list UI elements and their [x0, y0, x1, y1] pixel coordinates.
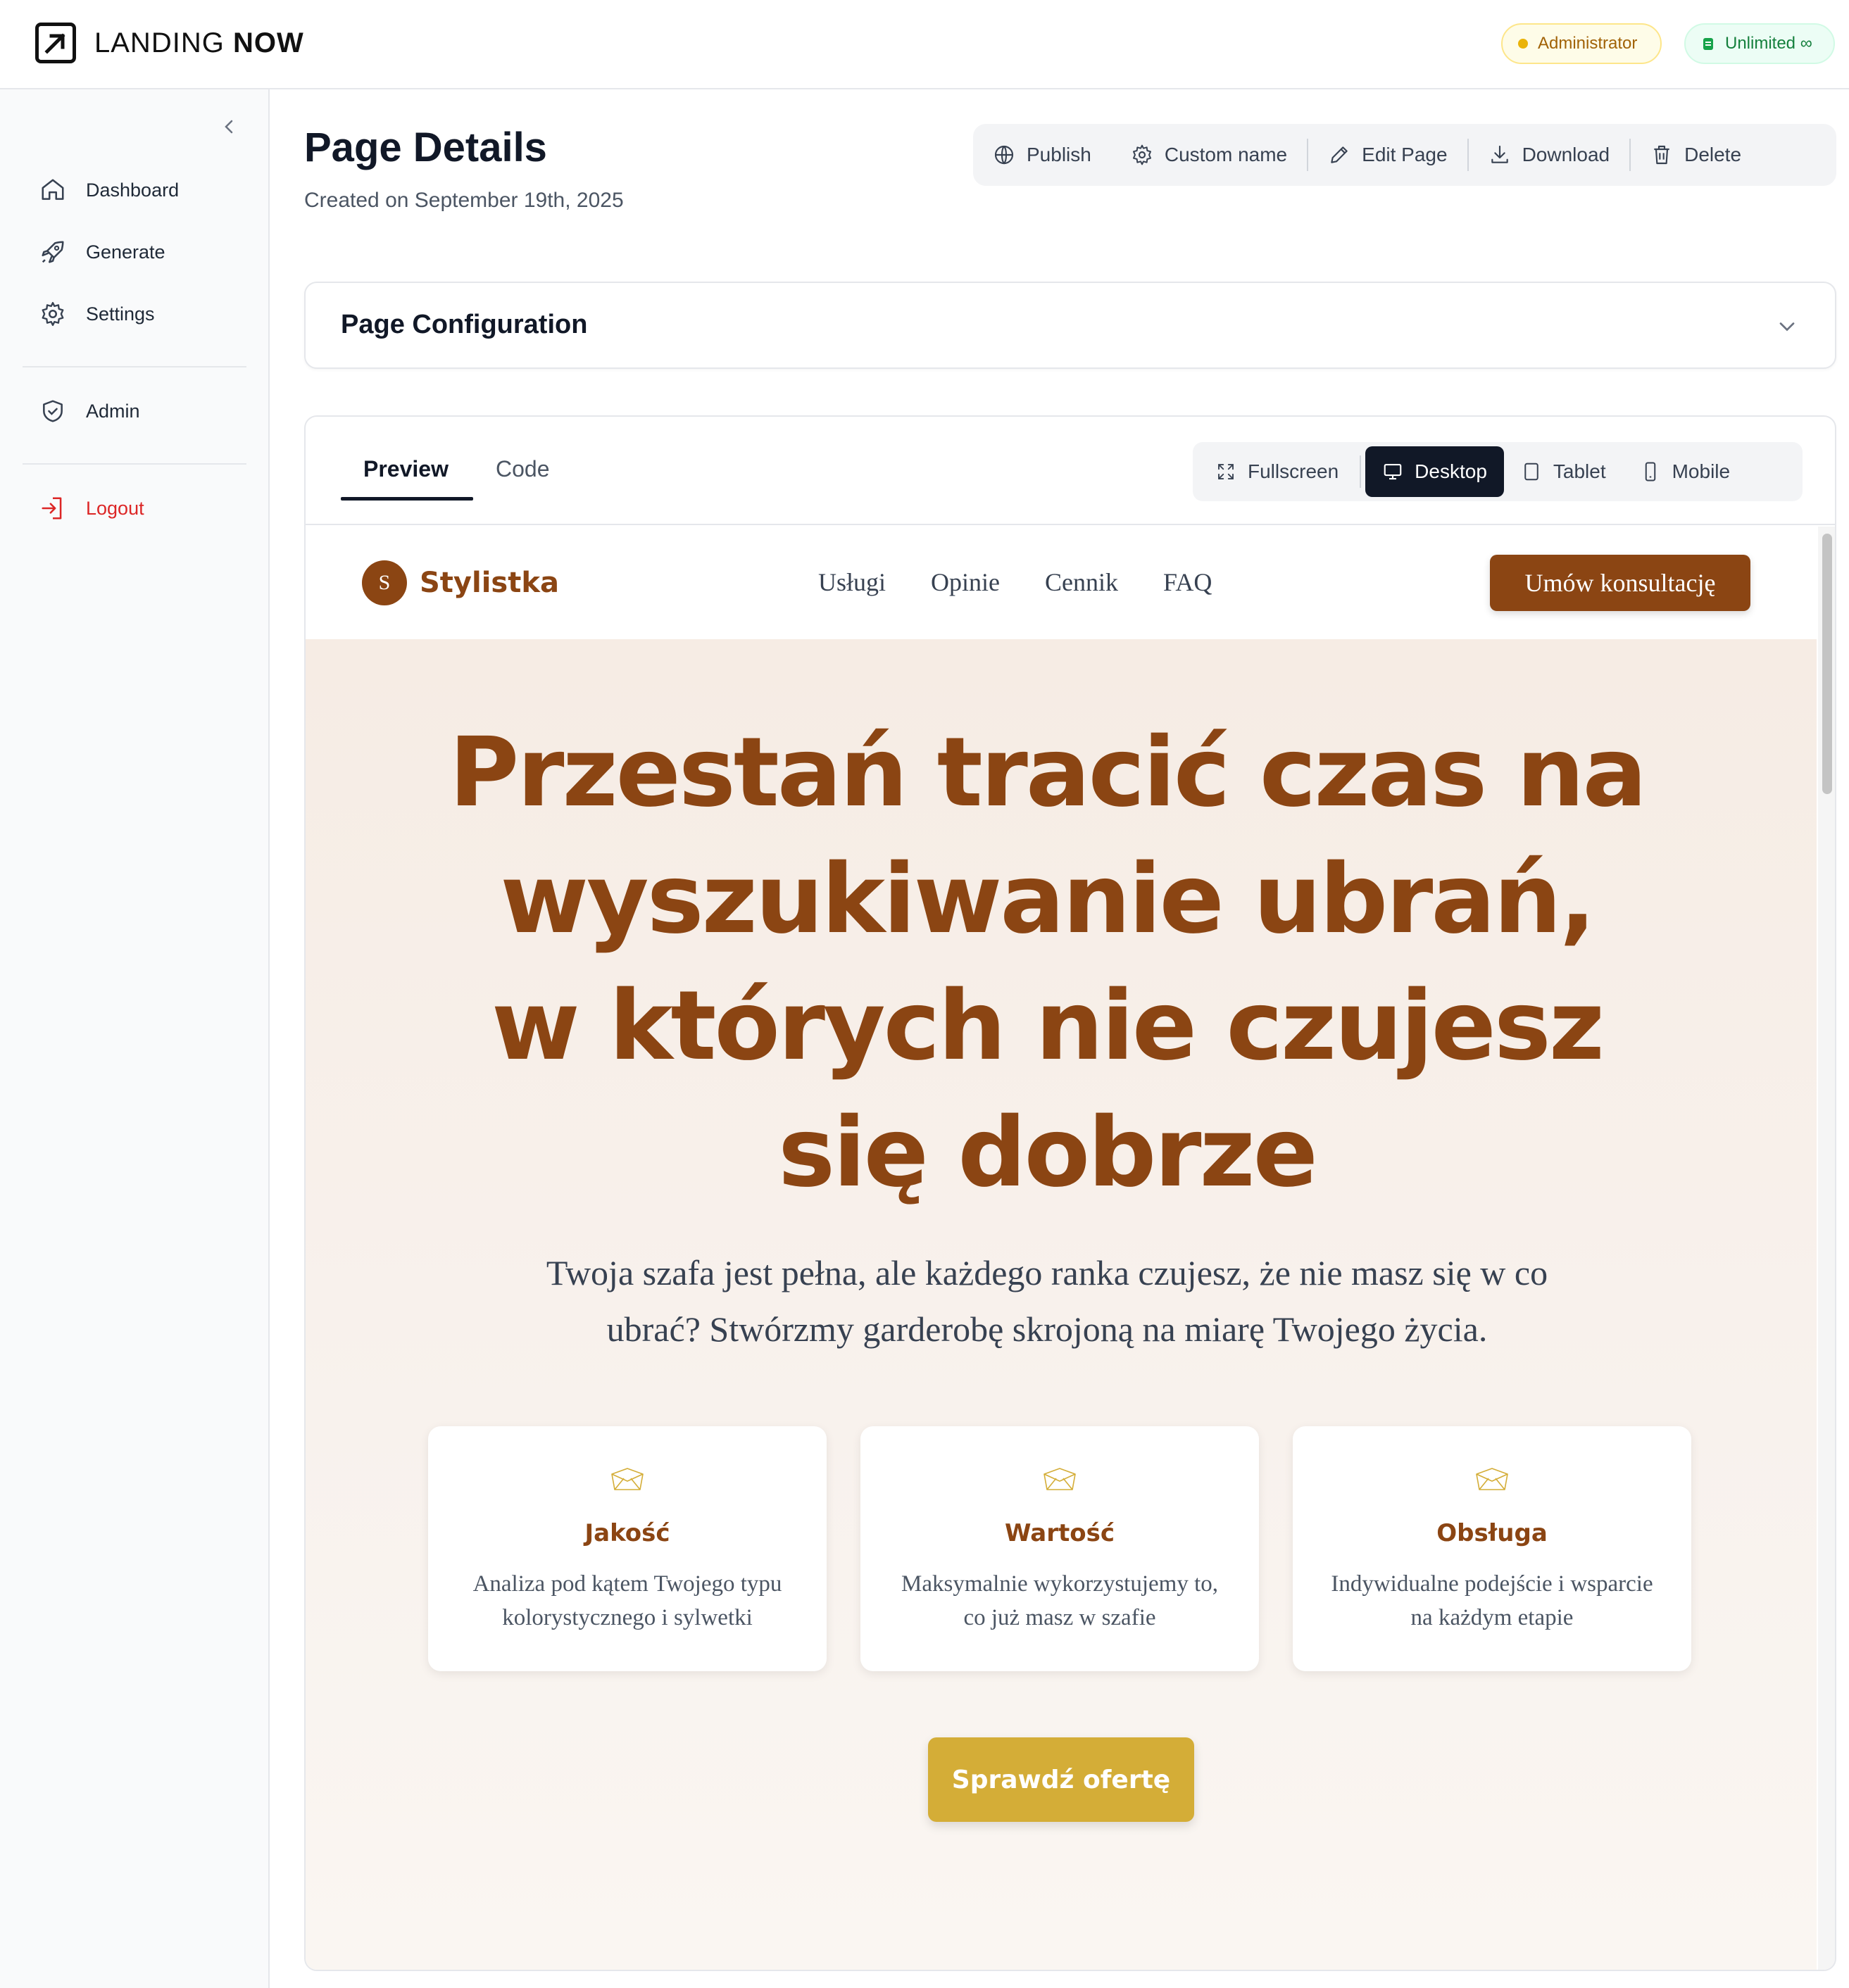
scrollbar-thumb[interactable] — [1822, 534, 1832, 794]
shield-icon — [43, 400, 63, 422]
hero-subtitle: Twoja szafa jest pełna, ale każdego rank… — [546, 1253, 1548, 1349]
sidebar-item-dashboard[interactable]: Dashboard — [39, 177, 179, 203]
viewport-divider — [1360, 455, 1362, 488]
delete-button[interactable]: Delete — [1631, 124, 1761, 186]
download-button[interactable]: Download — [1469, 124, 1630, 186]
role-badge: Administrator — [1501, 23, 1662, 64]
app-logo[interactable]: LANDING NOW — [35, 23, 304, 63]
expand-icon — [1218, 464, 1234, 479]
collapse-sidebar-icon[interactable] — [218, 116, 239, 137]
site-nav-link-opinie[interactable]: Opinie — [931, 567, 1000, 597]
envelope-icon — [1476, 1468, 1508, 1490]
fullscreen-button[interactable]: Fullscreen — [1198, 446, 1355, 497]
gear-icon — [1132, 144, 1151, 165]
page-actions-toolbar: Publish Custom name Edit Page Download D… — [973, 124, 1836, 186]
hero-section: Przestań tracić czas na wyszukiwanie ubr… — [306, 639, 1817, 1970]
sidebar-item-settings[interactable]: Settings — [39, 301, 155, 327]
tab-code[interactable]: Code — [496, 456, 550, 482]
page-configuration-title: Page Configuration — [341, 310, 588, 339]
sidebar-item-generate[interactable]: Generate — [39, 239, 165, 265]
site-nav-link-uslugi[interactable]: Usługi — [818, 567, 886, 597]
envelope-icon — [611, 1468, 644, 1490]
feature-title: Jakość — [584, 1519, 670, 1547]
page-configuration-accordion[interactable]: Page Configuration — [304, 282, 1836, 369]
check-offer-button[interactable]: Sprawdź ofertę — [928, 1737, 1194, 1822]
plan-badge: Unlimited ∞ — [1684, 23, 1835, 64]
hero-title: Przestań tracić czas na wyszukiwanie ubr… — [449, 717, 1648, 1209]
gear-icon — [42, 301, 64, 327]
feature-cards: Jakość Analiza pod kątem Twojego typu ko… — [428, 1426, 1691, 1671]
page-created-date: Created on September 19th, 2025 — [304, 189, 624, 212]
trash-icon — [1654, 145, 1669, 165]
arrow-up-right-icon — [35, 23, 76, 63]
sidebar-item-logout[interactable]: Logout — [39, 495, 144, 522]
feature-card: Jakość Analiza pod kątem Twojego typu ko… — [428, 1426, 827, 1671]
download-icon — [1491, 145, 1508, 163]
brand-name: Stylistka — [420, 567, 559, 599]
sidebar-divider — [23, 463, 246, 465]
tablet-icon — [1524, 463, 1538, 481]
preview-tabs-bar: Preview Code Fullscreen Desktop Tablet M… — [306, 417, 1835, 525]
top-bar: LANDING NOW Administrator Unlimited ∞ — [0, 0, 1849, 89]
status-dot-icon — [1518, 39, 1528, 49]
envelope-icon — [1043, 1468, 1076, 1490]
site-preview-frame: S Stylistka Usługi Opinie Cennik FAQ Umó… — [306, 527, 1817, 1970]
tablet-view-button[interactable]: Tablet — [1504, 446, 1623, 497]
feature-text: Maksymalnie wykorzystujemy to, co już ma… — [901, 1571, 1218, 1630]
sidebar: Dashboard Generate Settings Admin Logout — [0, 89, 270, 1988]
feature-text: Analiza pod kątem Twojego typu kolorysty… — [472, 1571, 782, 1630]
publish-button[interactable]: Publish — [973, 124, 1111, 186]
mobile-view-button[interactable]: Mobile — [1623, 446, 1747, 497]
feature-title: Obsługa — [1436, 1519, 1548, 1547]
pencil-icon — [1331, 146, 1348, 163]
sidebar-divider — [23, 366, 246, 367]
app-logo-text: LANDING NOW — [94, 27, 304, 58]
viewport-switcher: Fullscreen Desktop Tablet Mobile — [1193, 442, 1803, 501]
smartphone-icon — [1645, 462, 1655, 482]
feature-title: Wartość — [1004, 1519, 1115, 1547]
sidebar-item-admin[interactable]: Admin — [39, 398, 140, 424]
active-tab-indicator — [341, 497, 473, 501]
site-nav-links: Usługi Opinie Cennik FAQ — [818, 567, 1212, 597]
site-nav-link-faq[interactable]: FAQ — [1163, 567, 1212, 597]
preview-scrollbar[interactable] — [1818, 527, 1835, 1970]
tab-preview[interactable]: Preview — [363, 456, 449, 482]
brand-logo-circle: S — [362, 560, 407, 605]
site-navbar: S Stylistka Usługi Opinie Cennik FAQ Umó… — [306, 527, 1817, 639]
rocket-icon — [42, 241, 64, 263]
feature-card: Wartość Maksymalnie wykorzystujemy to, c… — [860, 1426, 1259, 1671]
book-consultation-button[interactable]: Umów konsultację — [1490, 555, 1750, 611]
site-brand[interactable]: S Stylistka — [362, 560, 559, 605]
edit-page-button[interactable]: Edit Page — [1308, 124, 1467, 186]
desktop-view-button[interactable]: Desktop — [1365, 446, 1504, 497]
custom-name-button[interactable]: Custom name — [1111, 124, 1307, 186]
feature-card: Obsługa Indywidualne podejście i wsparci… — [1293, 1426, 1691, 1671]
preview-panel: Preview Code Fullscreen Desktop Tablet M… — [304, 415, 1836, 1971]
logout-icon — [42, 497, 62, 520]
battery-icon — [1703, 38, 1713, 50]
globe-icon — [994, 145, 1014, 165]
page-title: Page Details — [304, 125, 547, 170]
site-nav-link-cennik[interactable]: Cennik — [1045, 567, 1118, 597]
chevron-down-icon[interactable] — [1774, 314, 1800, 339]
monitor-icon — [1384, 463, 1402, 480]
home-icon — [42, 179, 64, 200]
feature-text: Indywidualne podejście i wsparcie na każ… — [1331, 1571, 1653, 1630]
